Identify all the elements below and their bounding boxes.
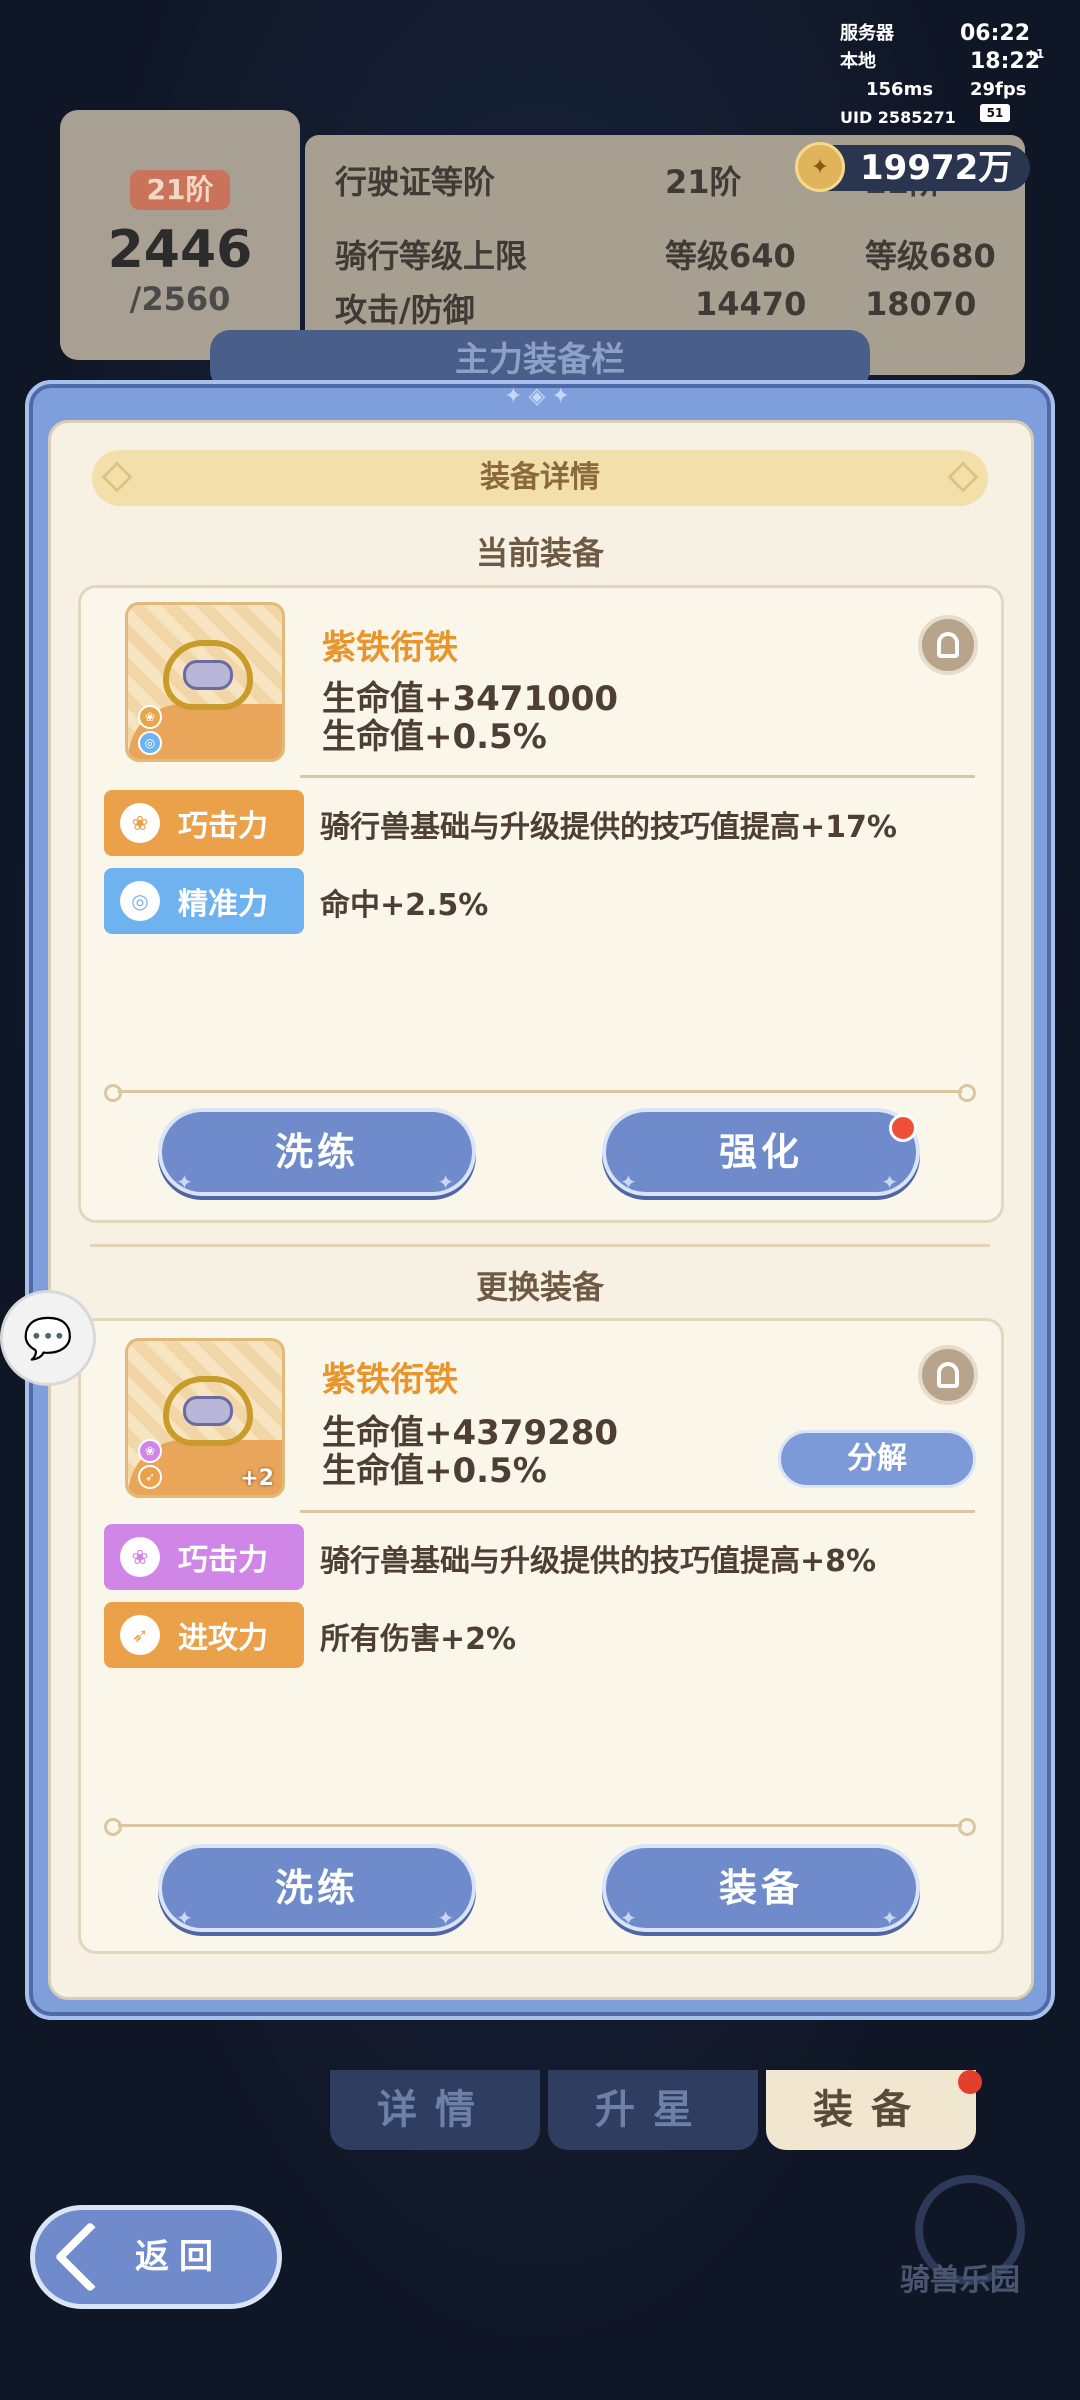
diamond-ornament-icon [947, 461, 979, 493]
target-icon: ◎ [120, 881, 160, 921]
section-divider [90, 1244, 990, 1247]
info-row-rank: 行驶证等阶 21阶 22阶 [335, 163, 942, 201]
attr-tag-attack: ➶ 进攻力 [104, 1602, 304, 1668]
current-item-stat-1: 生命值+3471000 [322, 679, 619, 719]
info-row-atk-def: 攻击/防御 14470 18070 [335, 285, 977, 329]
attr-desc: 骑行兽基础与升级提供的技巧值提高+8% [320, 1544, 877, 1579]
replace-item-stat-1: 生命值+4379280 [322, 1413, 619, 1453]
equip-button[interactable]: ✦ 装备 ✦ [602, 1844, 920, 1932]
enhance-button[interactable]: ✦ 强化 ✦ [602, 1108, 920, 1196]
refine-button[interactable]: ✦ 洗练 ✦ [158, 1108, 476, 1196]
info-row-level-cap: 骑行等级上限 等级640 等级680 [335, 237, 996, 275]
current-equipment-title: 当前装备 [475, 534, 604, 572]
modal-title-bar: 装备详情 [92, 450, 988, 506]
enhance-level-badge: +2 [240, 1466, 274, 1491]
chat-bubble-icon[interactable]: 💬 [0, 1290, 96, 1386]
battery-icon: 51 [980, 104, 1010, 122]
skill-icon: ❀ [120, 803, 160, 843]
skill-icon: ❀ [120, 1537, 160, 1577]
back-arrow-icon [54, 2221, 126, 2293]
tab-star-up[interactable]: 升星 [548, 2070, 758, 2150]
license-score: 2446 [107, 220, 253, 280]
rank-tag: 21阶 [130, 170, 230, 210]
tab-details[interactable]: 详情 [330, 2070, 540, 2150]
target-icon: ◎ [138, 731, 162, 755]
decompose-button[interactable]: 分解 [778, 1430, 976, 1488]
lock-icon[interactable] [918, 1345, 978, 1405]
skill-icon: ❀ [138, 1439, 162, 1463]
attr-tag-skill: ❀ 巧击力 [104, 790, 304, 856]
current-item-name: 紫铁衔铁 [322, 628, 458, 668]
replace-item-icon[interactable]: ❀ ➶ +2 [125, 1338, 285, 1498]
skill-icon: ❀ [138, 705, 162, 729]
divider-ornament [104, 1818, 976, 1838]
game-logo: 骑兽乐园 [900, 2263, 1020, 2298]
attr-desc: 命中+2.5% [320, 888, 489, 923]
back-button[interactable]: 返回 [30, 2205, 282, 2309]
replace-item-name: 紫铁衔铁 [322, 1360, 458, 1400]
license-card: 21阶 2446 /2560 [60, 110, 300, 360]
attr-desc: 骑行兽基础与升级提供的技巧值提高+17% [320, 810, 897, 845]
attr-tag-precision: ◎ 精准力 [104, 868, 304, 934]
coin-icon: ✦ [795, 142, 845, 192]
license-score-max: /2560 [129, 280, 231, 318]
modal-crown-ornament: ✦◈✦ [504, 384, 576, 409]
currency-value: 19972万 [860, 148, 1013, 188]
attack-icon: ➶ [138, 1465, 162, 1489]
attr-tag-skill: ❀ 巧击力 [104, 1524, 304, 1590]
replace-item-stat-2: 生命值+0.5% [322, 1451, 547, 1491]
replace-equipment-title: 更换装备 [475, 1268, 604, 1306]
modal-title: 装备详情 [480, 460, 600, 495]
current-item-icon[interactable]: ❀ ◎ [125, 602, 285, 762]
notification-dot [958, 2070, 982, 2094]
diamond-ornament-icon [101, 461, 133, 493]
lock-icon[interactable] [918, 615, 978, 675]
current-item-stat-2: 生命值+0.5% [322, 717, 547, 757]
refine-button[interactable]: ✦ 洗练 ✦ [158, 1844, 476, 1932]
divider-ornament [104, 1084, 976, 1104]
attr-desc: 所有伤害+2% [320, 1622, 517, 1657]
notification-dot [889, 1114, 917, 1142]
attack-icon: ➶ [120, 1615, 160, 1655]
tab-equipment[interactable]: 装备 [766, 2070, 976, 2150]
